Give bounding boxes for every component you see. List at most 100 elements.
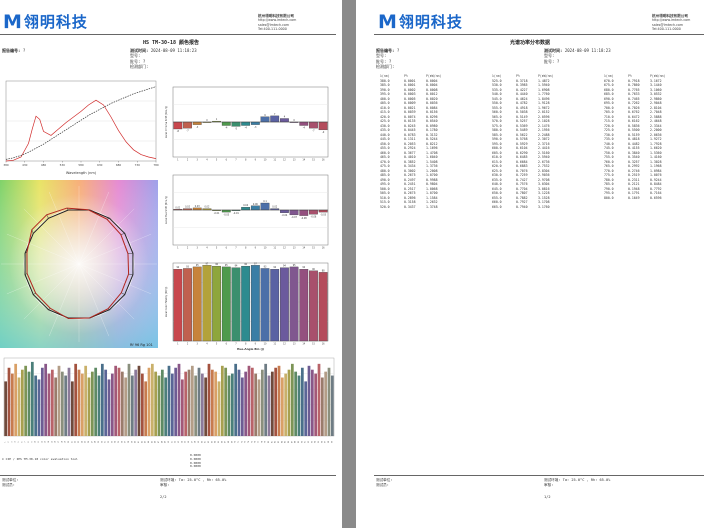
sample-tick-label: 60 — [201, 440, 203, 443]
sample-bar — [220, 365, 224, 436]
hue-bin-tick-label: 8 — [245, 343, 247, 346]
sample-bar — [117, 367, 121, 436]
sample-tick-label: 25 — [85, 441, 87, 443]
hue-bin-bar — [183, 121, 192, 129]
sample-tick-label: 33 — [111, 441, 113, 443]
sample-tick-label: 94 — [315, 440, 317, 443]
sample-tick-label: 22 — [75, 441, 77, 443]
sample-tick-label: 71 — [238, 441, 240, 443]
hue-bin-tick-label: 11 — [273, 247, 276, 250]
sample-bar — [190, 365, 194, 436]
hue-shift-svg: 0.01 1 0.02 2 0.03 3 0.02 4 -0.01 5 -0.03 6 -0.01 7 0.… — [165, 174, 329, 250]
sample-bar — [227, 375, 231, 436]
sample-bar — [310, 369, 314, 436]
hue-bin-value-label: -0.07 — [291, 216, 297, 219]
table-cell: 0.7940 — [516, 204, 528, 209]
inspector-label: 检测部门: — [130, 64, 149, 70]
sample-tick-label: 87 — [291, 441, 293, 443]
sample-bar — [307, 365, 311, 436]
footer-rule — [0, 475, 336, 476]
hue-bin-tick-label: 12 — [283, 159, 286, 162]
sample-tick-label: 30 — [101, 440, 103, 443]
footer-right: 测试环境: Ta: 25.0°C , Rh: 65.0% 审核: — [160, 478, 226, 488]
sample-bar — [210, 369, 214, 436]
hue-bin-tick-label: 10 — [264, 343, 267, 346]
sample-tick-label: 99 — [331, 440, 333, 443]
logo-text: 翎明科技 — [398, 13, 463, 31]
hue-bin-bar — [299, 269, 309, 342]
report-page-right: Μ 翎明科技 杭州翎明科技有限公司 http://www.lmtech.com … — [356, 0, 704, 528]
sample-bar — [90, 371, 94, 436]
sample-tick-label: 90 — [301, 440, 303, 443]
sample-bar — [130, 375, 134, 436]
sample-tick-label: 64 — [215, 440, 217, 443]
approver-label: 审核: — [544, 482, 554, 487]
sample-tick-label: 2 — [8, 441, 10, 442]
sample-tick-label: 62 — [208, 441, 210, 443]
spectrum-x-tick-label: 530 — [60, 163, 66, 167]
sample-tick-label: 28 — [95, 440, 97, 443]
hue-bin-bar — [221, 209, 231, 213]
hue-bin-tick-label: 8 — [245, 159, 247, 162]
sample-bar — [10, 373, 14, 436]
sample-bar — [67, 367, 71, 436]
spectrum-x-tick-label: 380 — [3, 163, 9, 167]
table-row: 800.0 0.1649 0.6596 — [604, 196, 678, 201]
legend-left: © CIE / IES TM-30-18 color evaluation to… — [2, 457, 78, 461]
hue-bin-tick-label: 13 — [293, 247, 296, 250]
sample-tick-label: 24 — [81, 440, 83, 443]
report-meta-left: 报告编号: ? 型号: 批号: ? 检测部门: — [376, 48, 399, 70]
company-phone: Tel:400-111-0000 — [652, 26, 681, 31]
hue-bin-tick-label: 2 — [187, 247, 189, 250]
sample-tick-label: 97 — [325, 441, 327, 443]
sample-bar — [17, 377, 21, 436]
hue-bin-tick-label: 12 — [283, 247, 286, 250]
hue-bin-value-label: 0.06 — [253, 203, 258, 206]
spectrum-xlabel: Wavelength (nm) — [66, 171, 97, 175]
sample-tick-label: 15 — [51, 441, 53, 443]
sample-tick-label: 47 — [158, 441, 160, 443]
logo-text: 翎明科技 — [23, 13, 88, 31]
sample-bar — [150, 363, 154, 436]
table-cell: 0.3437 — [404, 204, 416, 209]
hue-bin-tick-label: 9 — [255, 343, 257, 346]
company-logo: Μ 翎明科技 — [378, 13, 463, 32]
sample-bar — [217, 381, 221, 436]
hue-bin-tick-label: 9 — [255, 247, 257, 250]
sample-bar — [184, 371, 188, 436]
sample-bar — [267, 375, 271, 436]
hue-bin-tick-label: 1 — [177, 159, 179, 162]
hue-bin-tick-label: 2 — [187, 343, 189, 346]
hue-bin-tick-label: 4 — [206, 343, 208, 346]
page-title: HS TM-30-18 颜色报告 — [142, 40, 200, 46]
hue-bin-value-label: 0.04 — [243, 204, 248, 207]
sample-tick-label: 67 — [225, 441, 227, 443]
hue-bin-bar — [221, 121, 231, 126]
hue-bin-bar — [212, 265, 221, 342]
sample-bar — [24, 365, 28, 436]
sample-bar — [44, 363, 48, 436]
env-value: Ta: 25.0°C , Rh: 65.0% — [178, 478, 227, 482]
sample-bar — [254, 373, 258, 436]
tester-label: 测试单位: — [376, 478, 393, 482]
table-cell: 1.3748 — [426, 204, 438, 209]
hue-bin-bar — [318, 272, 328, 342]
sample-tick-label: 18 — [61, 440, 63, 443]
logo-mark-icon: Μ — [378, 11, 397, 33]
sample-tick-label: 59 — [198, 440, 200, 443]
hue-bin-tick-label: 4 — [206, 159, 208, 162]
batch-value: ? — [556, 58, 560, 64]
report-meta-right: 测试时间: 2024-08-09 11:18:23 型号: 批号: ? 检测部门… — [130, 48, 197, 70]
chroma-shift-svg: -81-72-330415-46-57-48-39610711412013-41… — [165, 86, 329, 162]
sample-tick-label: 20 — [68, 440, 70, 443]
sample-bar — [37, 379, 41, 436]
sample-tick-label: 13 — [45, 441, 47, 443]
sample-tick-label: 14 — [48, 440, 50, 443]
sample-tick-label: 50 — [168, 440, 170, 443]
sample-tick-label: 10 — [35, 440, 37, 443]
sample-tick-label: 19 — [65, 440, 67, 443]
sample-tick-label: 61 — [205, 441, 207, 443]
sample-tick-label: 5 — [18, 441, 20, 442]
model-label: 型号: — [544, 53, 555, 59]
sample-tick-label: 27 — [91, 441, 93, 443]
